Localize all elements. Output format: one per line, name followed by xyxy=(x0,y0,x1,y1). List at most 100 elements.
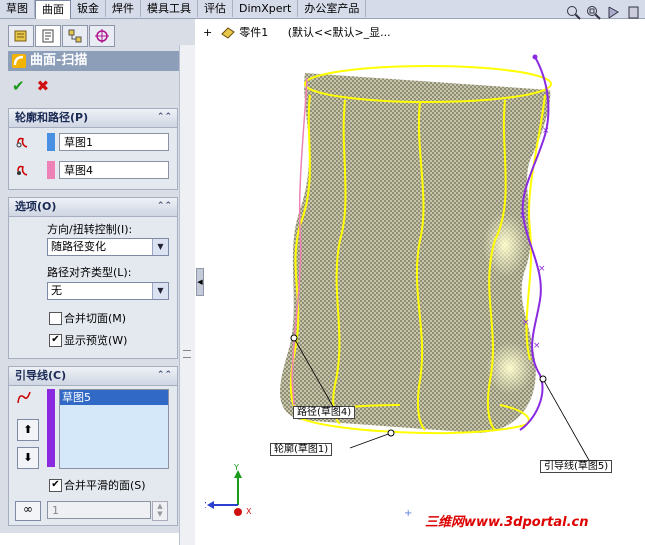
guide-handle[interactable] xyxy=(539,375,547,383)
sections-spinner[interactable]: 1 xyxy=(47,501,151,519)
spinner-arrows[interactable]: ▲ ▼ xyxy=(152,501,168,521)
move-down-button[interactable]: ⬇ xyxy=(17,447,39,469)
watermark: 三维网www.3dportal.cn xyxy=(425,515,589,530)
crosshair-icon xyxy=(95,29,109,43)
collapse-icon[interactable]: ⌃⌃ xyxy=(157,197,172,215)
ok-button[interactable]: ✔ xyxy=(12,77,25,95)
tab-weldments[interactable]: 焊件 xyxy=(106,0,141,17)
orientation-select[interactable]: 随路径变化 ▼ xyxy=(47,238,169,256)
move-up-button[interactable]: ⬆ xyxy=(17,419,39,441)
path-field[interactable]: 草图4 xyxy=(59,161,169,179)
axis-z-label: Z xyxy=(205,501,207,510)
chevron-down-icon[interactable]: ▼ xyxy=(152,283,168,299)
guide-curves-section: 引导线(C) ⌃⌃ 草图5 ⬆ ⬇ ✔ 合并平滑的面(S) ∞ 1 ▲ ▼ xyxy=(8,366,178,526)
collapse-arrow-icon: ◀ xyxy=(197,278,203,286)
ok-cancel-row: ✔ ✖ xyxy=(12,77,49,95)
svg-text:×: × xyxy=(519,211,527,221)
options-section: 选项(O) ⌃⌃ 方向/扭转控制(I): 随路径变化 ▼ 路径对齐类型(L): 无 ▼… xyxy=(8,197,178,359)
cancel-button[interactable]: ✖ xyxy=(37,77,50,95)
options-title: 选项(O) xyxy=(15,200,57,213)
origin-marker: + xyxy=(404,508,412,519)
profile-path-header[interactable]: 轮廓和路径(P) ⌃⌃ xyxy=(9,109,177,128)
profile-handle[interactable] xyxy=(387,429,395,437)
svg-text:×: × xyxy=(522,318,530,328)
tab-evaluate[interactable]: 评估 xyxy=(198,0,233,17)
orientation-value: 随路径变化 xyxy=(51,240,106,253)
show-preview-checkbox[interactable]: ✔ xyxy=(49,334,62,347)
guide-curves-list[interactable]: 草图5 xyxy=(59,389,169,469)
profile-color-swatch xyxy=(47,133,55,151)
section-view-icon[interactable] xyxy=(626,5,641,20)
collapse-icon[interactable]: ⌃⌃ xyxy=(157,366,172,384)
arrow-down-icon: ⬇ xyxy=(23,451,33,464)
feature-tree-flyout: + 零件1 (默认<<默认>_显... xyxy=(203,24,391,40)
zoom-area-icon[interactable] xyxy=(586,5,601,20)
profile-field[interactable]: 草图1 xyxy=(59,133,169,151)
alignment-select[interactable]: 无 ▼ xyxy=(47,282,169,300)
alignment-value: 无 xyxy=(51,284,62,297)
guide-curve-icon xyxy=(17,391,31,404)
tab-dimxpert[interactable]: DimXpert xyxy=(233,0,299,17)
orientation-label: 方向/扭转控制(I): xyxy=(47,223,133,236)
arrow-up-icon: ⬆ xyxy=(23,423,33,436)
chevron-down-icon[interactable]: ▼ xyxy=(152,239,168,255)
guide-curves-title: 引导线(C) xyxy=(15,369,67,382)
part-icon xyxy=(220,27,235,39)
profile-callout[interactable]: 轮廓(草图1) xyxy=(270,443,333,456)
configuration-name: (默认<<默认>_显... xyxy=(287,26,391,39)
display-manager-tab[interactable] xyxy=(89,25,115,47)
glasses-icon: ∞ xyxy=(23,502,33,516)
sweep-surface-icon xyxy=(12,54,26,68)
tab-sketch[interactable]: 草图 xyxy=(0,0,35,17)
panel-title-bar: 曲面-扫描 ? xyxy=(8,51,192,71)
property-icon xyxy=(42,29,54,43)
options-header[interactable]: 选项(O) ⌃⌃ xyxy=(9,198,177,217)
merge-smooth-label: 合并平滑的面(S) xyxy=(64,479,146,492)
path-color-swatch xyxy=(47,161,55,179)
feature-tree-icon xyxy=(14,30,27,42)
svg-text:×: × xyxy=(538,264,546,274)
guide-callout[interactable]: 引导线(草图5) xyxy=(540,460,613,473)
profile-icon xyxy=(16,137,28,148)
property-manager-tab[interactable] xyxy=(35,25,61,47)
svg-text:×: × xyxy=(542,126,550,136)
configuration-manager-tab[interactable] xyxy=(62,25,88,47)
view-sections-button[interactable]: ∞ xyxy=(15,501,41,521)
expand-icon[interactable]: + xyxy=(203,26,212,39)
guide-color-swatch xyxy=(47,389,55,467)
view-toolbar xyxy=(566,5,641,20)
axis-triad xyxy=(207,470,242,516)
profile-path-title: 轮廓和路径(P) xyxy=(15,111,89,124)
tab-mold-tools[interactable]: 模具工具 xyxy=(141,0,198,17)
tab-surfaces[interactable]: 曲面 xyxy=(35,0,71,19)
command-manager-tabs: 草图 曲面 钣金 焊件 模具工具 评估 DimXpert 办公室产品 xyxy=(0,0,645,19)
show-preview-label: 显示预览(W) xyxy=(64,334,128,347)
panel-splitter[interactable]: ◀ xyxy=(196,268,204,296)
tab-office-products[interactable]: 办公室产品 xyxy=(298,0,367,17)
svg-text:×: × xyxy=(533,341,541,351)
panel-scrollbar[interactable] xyxy=(179,45,195,545)
panel-tabs xyxy=(8,25,115,47)
list-item[interactable]: 草图5 xyxy=(60,390,168,405)
profile-path-section: 轮廓和路径(P) ⌃⌃ 草图1 草图4 xyxy=(8,108,178,190)
configuration-icon xyxy=(68,29,82,43)
merge-tangent-label: 合并切面(M) xyxy=(64,312,127,325)
path-callout[interactable]: 路径(草图4) xyxy=(293,406,356,419)
tab-sheet-metal[interactable]: 钣金 xyxy=(71,0,106,17)
scroll-grip[interactable] xyxy=(183,350,191,358)
part-name[interactable]: 零件1 xyxy=(239,26,268,39)
path-icon xyxy=(17,165,28,176)
merge-tangent-checkbox[interactable] xyxy=(49,312,62,325)
path-handle[interactable] xyxy=(290,334,298,342)
property-manager: 曲面-扫描 ? ✔ ✖ 轮廓和路径(P) ⌃⌃ 草图1 草图4 选项(O) ⌃⌃ 方… xyxy=(0,19,195,545)
previous-view-icon[interactable] xyxy=(606,5,621,20)
collapse-icon[interactable]: ⌃⌃ xyxy=(157,108,172,126)
feature-manager-tab[interactable] xyxy=(8,25,34,47)
panel-title: 曲面-扫描 xyxy=(30,53,88,68)
guide-endpoint xyxy=(532,54,538,60)
guide-curves-header[interactable]: 引导线(C) ⌃⌃ xyxy=(9,367,177,386)
axis-y-label: Y xyxy=(233,463,239,472)
zoom-to-fit-icon[interactable] xyxy=(566,5,581,20)
merge-smooth-checkbox[interactable]: ✔ xyxy=(49,479,62,492)
alignment-label: 路径对齐类型(L): xyxy=(47,266,132,279)
